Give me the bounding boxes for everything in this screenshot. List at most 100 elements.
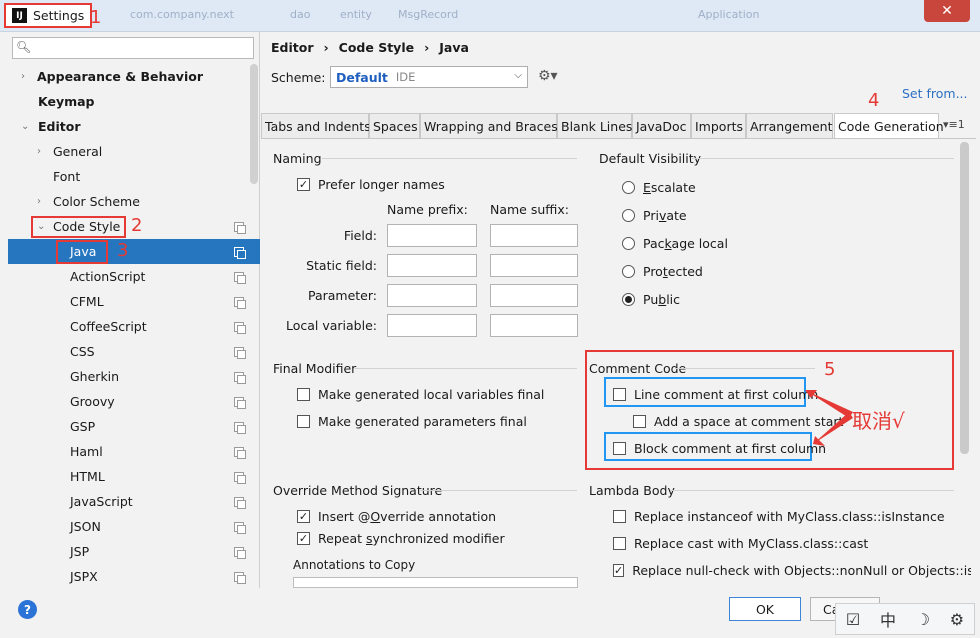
sidebar-item-java[interactable]: Java [8,239,260,264]
local-variable-suffix-input[interactable] [490,314,578,337]
sidebar-item-javascript[interactable]: JavaScript [8,489,260,514]
copy-icon [234,522,246,534]
sidebar-item-editor[interactable]: ⌄ Editor [8,114,260,139]
tab-code-generation[interactable]: Code Generation [834,113,944,138]
copy-icon [234,247,246,259]
content-scrollbar[interactable] [960,142,969,454]
close-window-button[interactable]: ✕ [924,0,970,22]
final-parameters-checkbox[interactable]: Make generated parameters final [297,414,527,429]
sidebar-item-haml[interactable]: Haml [8,439,260,464]
parameter-suffix-input[interactable] [490,284,578,307]
sidebar-item-jspx[interactable]: JSPX [8,564,260,589]
annotation-number-1: 1 [90,7,102,28]
sidebar-item-label: ActionScript [70,269,146,284]
divider [420,490,577,491]
visibility-escalate-radio[interactable]: Escalate [622,180,696,195]
repeat-synchronized-checkbox[interactable]: ✓ Repeat synchronized modifier [297,531,505,546]
sidebar-item-cfml[interactable]: CFML [8,289,260,314]
sidebar-item-label: Keymap [38,94,95,109]
copy-icon [234,472,246,484]
tab-arrangement[interactable]: Arrangement [746,113,833,138]
sidebar-item-label: JSPX [70,569,98,584]
copy-icon [234,372,246,384]
sidebar-item-color-scheme[interactable]: › Color Scheme [8,189,260,214]
sidebar-item-appearance[interactable]: › Appearance & Behavior [8,64,260,89]
annotations-to-copy-label: Annotations to Copy [293,558,416,572]
parameter-prefix-input[interactable] [387,284,477,307]
visibility-protected-radio[interactable]: Protected [622,264,703,279]
annotation-arrows [805,390,853,446]
visibility-private-radio[interactable]: Private [622,208,687,223]
divider [670,490,954,491]
radio-selected-icon [622,293,635,306]
line-comment-first-column-checkbox[interactable]: Line comment at first column [613,387,818,402]
tab-imports[interactable]: Imports [691,113,746,138]
divider [322,158,577,159]
sidebar-item-gsp[interactable]: GSP [8,414,260,439]
checkbox-label: Prefer longer names [318,177,445,192]
replace-instanceof-checkbox[interactable]: Replace instanceof with MyClass.class::i… [613,509,945,524]
sidebar-item-label: CoffeeScript [70,319,147,334]
search-icon: 🔍︎ [16,40,32,54]
copy-icon [234,297,246,309]
settings-search-input[interactable] [12,37,254,59]
sidebar-item-label: Groovy [70,394,115,409]
sidebar-item-label: Color Scheme [53,194,140,209]
sidebar-item-groovy[interactable]: Groovy [8,389,260,414]
breadcrumb-separator: › [424,40,430,55]
ok-button[interactable]: OK [729,597,801,621]
scheme-dropdown[interactable]: Default IDE ⌵ [330,66,528,88]
breadcrumb-item: Java [439,40,469,55]
help-button[interactable]: ? [18,600,37,619]
copy-icon [234,322,246,334]
prefer-longer-names-checkbox[interactable]: ✓ Prefer longer names [297,177,445,192]
sidebar-item-label: Haml [70,444,103,459]
sidebar-item-keymap[interactable]: Keymap [8,89,260,114]
checkbox-label: Insert @Override annotation [318,509,497,524]
lambda-body-title: Lambda Body [589,483,675,498]
tab-javadoc[interactable]: JavaDoc [632,113,691,138]
gear-icon[interactable]: ⚙▾ [538,68,558,84]
block-comment-first-column-checkbox[interactable]: Block comment at first column [613,441,826,456]
tab-tabs-and-indents[interactable]: Tabs and Indents [261,113,371,138]
ime-toolbar: ☑ 中 ☽ ⚙ [835,603,975,635]
field-prefix-input[interactable] [387,224,477,247]
copy-icon [234,447,246,459]
checkbox-checked-icon: ✓ [613,564,625,577]
tab-wrapping-and-braces[interactable]: Wrapping and Braces [420,113,558,138]
background-tab: MsgRecord [398,8,459,21]
replace-null-check-checkbox[interactable]: ✓ Replace null-check with Objects::nonNu… [613,563,971,578]
sidebar-item-actionscript[interactable]: ActionScript [8,264,260,289]
local-variable-prefix-input[interactable] [387,314,477,337]
tab-spaces[interactable]: Spaces [369,113,420,138]
static-field-suffix-input[interactable] [490,254,578,277]
sidebar-item-font[interactable]: Font [8,164,260,189]
ime-chinese-mode[interactable]: 中 [880,607,896,631]
tab-blank-lines[interactable]: Blank Lines [557,113,632,138]
set-from-link[interactable]: Set from... [902,86,968,101]
sidebar-item-css[interactable]: CSS [8,339,260,364]
replace-cast-checkbox[interactable]: Replace cast with MyClass.class::cast [613,536,868,551]
sidebar-item-general[interactable]: › General [8,139,260,164]
visibility-public-radio[interactable]: Public [622,292,680,307]
sidebar-item-html[interactable]: HTML [8,464,260,489]
sidebar-item-jsp[interactable]: JSP [8,539,260,564]
checkbox-icon [297,415,310,428]
sidebar-item-coffeescript[interactable]: CoffeeScript [8,314,260,339]
ime-moon-icon[interactable]: ☽ [916,610,930,629]
final-local-variables-checkbox[interactable]: Make generated local variables final [297,387,544,402]
annotations-list[interactable] [293,577,578,588]
field-suffix-input[interactable] [490,224,578,247]
sidebar-item-label: JavaScript [70,494,133,509]
ime-check-icon[interactable]: ☑ [846,610,860,629]
default-visibility-title: Default Visibility [599,151,702,166]
visibility-package-local-radio[interactable]: Package local [622,236,728,251]
checkbox-icon [613,442,626,455]
ime-settings-icon[interactable]: ⚙ [950,610,964,629]
radio-icon [622,209,635,222]
tabs-overflow-menu[interactable]: ▾≡1 [943,118,965,131]
static-field-prefix-input[interactable] [387,254,477,277]
sidebar-item-json[interactable]: JSON [8,514,260,539]
sidebar-item-gherkin[interactable]: Gherkin [8,364,260,389]
insert-override-checkbox[interactable]: ✓ Insert @Override annotation [297,509,496,524]
